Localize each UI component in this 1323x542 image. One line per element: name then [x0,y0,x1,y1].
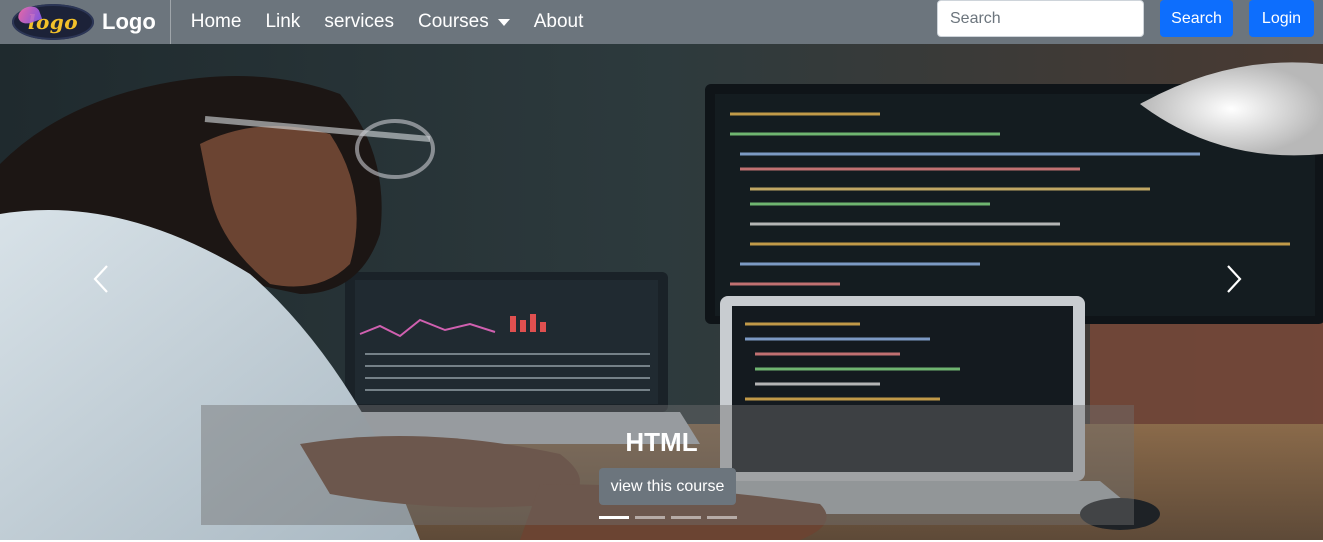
carousel-indicator-1[interactable] [599,516,629,519]
navbar: logo Logo Home Link services Courses Abo… [0,0,1323,44]
login-button[interactable]: Login [1249,0,1314,37]
logo-image: logo [12,3,94,40]
nav-item-courses[interactable]: Courses [418,11,510,33]
search-button[interactable]: Search [1160,0,1233,37]
nav-item-courses-label: Courses [418,11,489,32]
carousel-indicator-2[interactable] [635,516,665,519]
carousel-indicator-3[interactable] [671,516,701,519]
carousel-caption-title: HTML [625,427,698,457]
chevron-left-icon [93,265,108,293]
carousel-indicator-4[interactable] [707,516,737,519]
chevron-down-icon [497,18,510,26]
brand[interactable]: logo Logo [0,0,171,44]
nav-item-services[interactable]: services [324,11,394,33]
carousel-indicators [599,516,743,519]
nav-menu: Home Link services Courses About [191,0,608,44]
view-course-button[interactable]: view this course [599,468,736,505]
nav-item-about[interactable]: About [534,11,584,33]
carousel-caption-backdrop [201,405,1134,525]
nav-item-home[interactable]: Home [191,11,242,33]
brand-name[interactable]: Logo [102,9,156,35]
chevron-right-icon [1227,265,1242,293]
hero-carousel: HTML view this course [0,44,1323,540]
carousel-next-button[interactable] [1214,259,1254,299]
carousel-prev-button[interactable] [81,259,121,299]
search-input[interactable] [937,0,1144,37]
nav-item-link[interactable]: Link [265,11,300,33]
